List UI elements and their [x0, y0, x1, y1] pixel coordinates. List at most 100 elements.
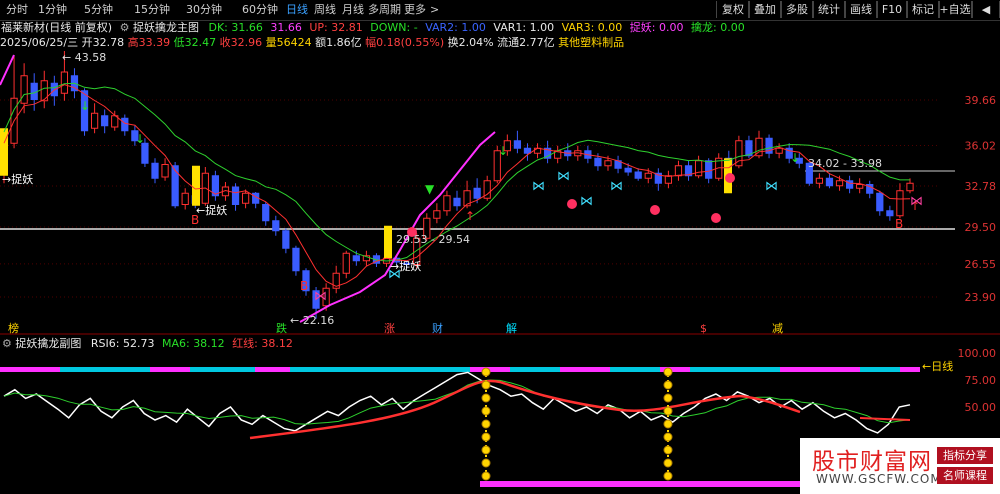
- candle-body: [453, 197, 461, 207]
- top-band-segment: [255, 367, 290, 372]
- gold-coin-icon: [481, 445, 491, 455]
- price-axis-label: 39.66: [965, 94, 997, 107]
- rsi-label: RSI6:: [90, 337, 120, 350]
- gold-coin-icon: [663, 458, 673, 468]
- settings-icon[interactable]: ⚙: [2, 337, 12, 350]
- candle-body: [674, 165, 683, 177]
- candle-body: [835, 180, 844, 187]
- candle-body: [443, 195, 451, 212]
- candle-body: [896, 190, 904, 217]
- gold-coin-icon: [481, 419, 491, 429]
- candle-body: [624, 167, 632, 173]
- sub-indicator-header: ⚙ 捉妖擒龙副图 RSI6: 52.73 MA6: 38.12 红线: 38.1…: [0, 337, 293, 351]
- candle-body: [121, 117, 129, 132]
- gold-coin-icon: [663, 432, 673, 442]
- butterfly-icon: ⋈: [580, 194, 593, 209]
- watermark-tag-course: 名师课程: [937, 467, 993, 484]
- price-axis-label: 23.90: [965, 291, 997, 304]
- top-band-segment: [0, 367, 60, 372]
- candle-body: [352, 255, 360, 262]
- price-axis-label: 36.02: [965, 140, 997, 153]
- candle-body: [433, 210, 441, 219]
- candle-body: [342, 252, 350, 274]
- candle-body: [886, 210, 894, 217]
- red-line: [859, 417, 911, 421]
- price-axis-label: 26.55: [965, 258, 997, 271]
- trend-line: [0, 54, 15, 86]
- gold-coin-icon: [481, 458, 491, 468]
- candle-body: [282, 230, 290, 249]
- butterfly-icon: ⋈: [532, 179, 545, 194]
- signal-arrow-icon: ▼: [425, 182, 435, 196]
- high-price-mark: ← 43.58: [62, 51, 106, 64]
- gold-coin-icon: [663, 393, 673, 403]
- gold-coin-icon: [663, 419, 673, 429]
- event-tag: 财: [432, 321, 443, 335]
- zhuoyao-tag: →捉妖: [2, 172, 33, 186]
- red-line: [249, 379, 801, 440]
- candle-body: [473, 187, 481, 199]
- buy-signal-b: B: [191, 213, 199, 227]
- candle-body: [825, 177, 834, 187]
- candle-body: [161, 164, 169, 178]
- watermark-title: 股市财富网: [812, 449, 932, 475]
- signal-arrow-icon: ↓: [498, 144, 508, 158]
- gold-coin-icon: [481, 406, 491, 416]
- bottom-band: [480, 481, 800, 487]
- event-tag: 跌: [276, 321, 287, 335]
- candle-body: [171, 165, 179, 207]
- signal-bar: [0, 128, 8, 176]
- gold-coin-icon: [663, 471, 673, 481]
- coin-icon: [725, 173, 735, 183]
- top-band-segment: [780, 367, 860, 372]
- candle-body: [292, 247, 300, 272]
- sub-indicator-name[interactable]: 捉妖擒龙副图: [15, 337, 81, 350]
- watermark-logo: 股市财富网 WWW.GSCFW.COM 指标分享 名师课程: [800, 438, 1000, 494]
- coin-icon: [567, 199, 577, 209]
- gold-coin-icon: [481, 471, 491, 481]
- butterfly-icon: ⋈: [765, 179, 778, 194]
- gold-coin-icon: [481, 432, 491, 442]
- butterfly-icon: ⋈: [557, 169, 570, 184]
- candle-body: [141, 142, 149, 164]
- event-tag: 涨: [384, 322, 395, 335]
- signal-bar: [384, 225, 392, 259]
- gold-coin-icon: [663, 367, 673, 377]
- butterfly-icon: ⋈: [314, 289, 327, 304]
- watermark-tag-share: 指标分享: [937, 447, 993, 464]
- signal-bar: [192, 165, 200, 206]
- sub-period-tag: ←日线: [922, 359, 953, 373]
- red-value: 38.12: [261, 337, 293, 350]
- candle-body: [241, 192, 250, 204]
- rsi-value: 52.73: [122, 337, 155, 350]
- price-axis-label: 29.50: [965, 221, 997, 234]
- candle-body: [181, 192, 189, 205]
- range-right-label: 34.02 - 33.98: [808, 157, 882, 170]
- candle-body: [20, 75, 28, 104]
- red-label: 红线:: [232, 337, 258, 350]
- candle-body: [513, 140, 522, 149]
- event-tag: $: [700, 322, 707, 335]
- signal-arrow-icon: ↑: [465, 209, 475, 223]
- candle-body: [644, 172, 652, 179]
- candle-body: [906, 182, 914, 192]
- butterfly-icon: ⋈: [910, 194, 923, 209]
- gold-coin-icon: [481, 393, 491, 403]
- candlestick-chart[interactable]: ← 43.58 ← 22.16 29.53 - 29.54 34.02 - 33.98…: [0, 0, 1000, 494]
- buy-signal-b: B: [895, 217, 903, 231]
- event-tag: 榜: [8, 321, 19, 335]
- signal-arrow-icon: ↓: [80, 99, 90, 113]
- candle-body: [604, 160, 612, 167]
- range-low-label: 29.53 - 29.54: [396, 233, 470, 246]
- ma-value: 38.12: [193, 337, 225, 350]
- coin-icon: [650, 205, 660, 215]
- gold-coin-icon: [481, 380, 491, 390]
- candle-body: [231, 186, 240, 205]
- price-axis-label: 32.78: [965, 180, 997, 193]
- candle-body: [101, 115, 109, 127]
- top-band-segment: [150, 367, 190, 372]
- sub-axis-label: 75.00: [965, 374, 997, 387]
- gold-coin-icon: [481, 367, 491, 377]
- candle-body: [151, 162, 159, 179]
- coin-icon: [407, 227, 417, 237]
